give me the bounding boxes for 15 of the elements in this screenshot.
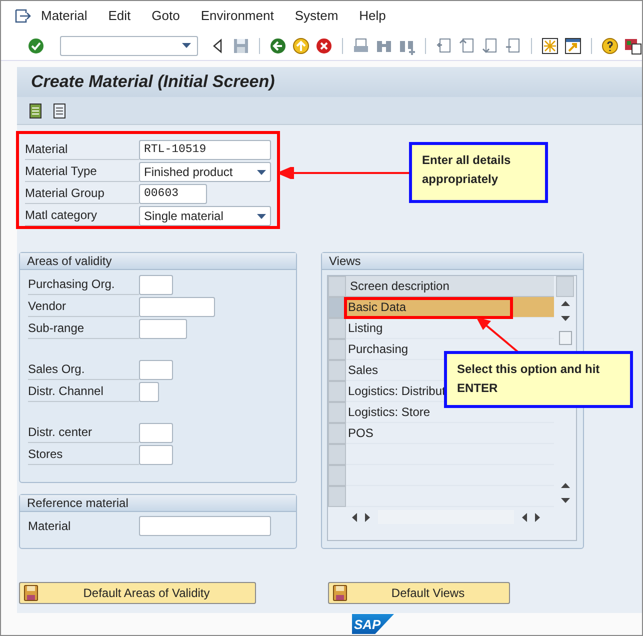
table-cell-text: Purchasing bbox=[348, 341, 408, 358]
callout-text: Enter all details appropriately bbox=[422, 152, 512, 188]
panel-title: Areas of validity bbox=[27, 253, 112, 270]
table-cell-text: POS bbox=[348, 425, 374, 442]
table-cell-text: Logistics: Store bbox=[348, 404, 430, 421]
table-cell-text: Logistics: Distribut bbox=[348, 383, 446, 400]
screen-title: Create Material (Initial Screen) bbox=[31, 71, 275, 94]
field-label: Material bbox=[28, 518, 72, 535]
table-cell-text: Basic Data bbox=[348, 299, 406, 316]
sap-logo: SAP bbox=[352, 614, 394, 634]
panel-title: Reference material bbox=[27, 495, 128, 512]
panel-title: Views bbox=[329, 253, 361, 270]
table-cell-text: Listing bbox=[348, 320, 383, 337]
table-cell-text: Sales bbox=[348, 362, 378, 379]
callout-text: Select this option and hit ENTER bbox=[457, 361, 601, 397]
